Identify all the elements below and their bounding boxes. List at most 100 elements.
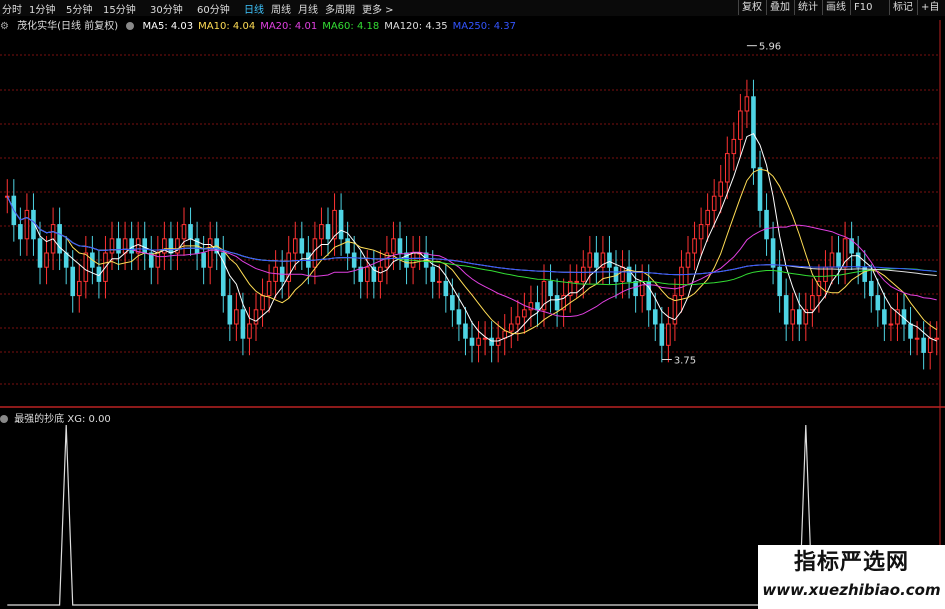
candle-body xyxy=(751,96,756,169)
tab-0[interactable]: 分时 xyxy=(2,1,22,16)
candle-body xyxy=(443,280,449,297)
candle-body xyxy=(908,323,913,339)
candle-body xyxy=(253,309,259,325)
ma-label-2: MA20: 4.01 xyxy=(260,21,318,32)
candle-body xyxy=(37,238,43,268)
candle-body xyxy=(587,252,593,268)
tab-10[interactable]: 更多 > xyxy=(362,1,394,16)
tab-1[interactable]: 1分钟 xyxy=(29,1,55,16)
candle-body xyxy=(705,209,710,226)
candle-body xyxy=(155,252,161,268)
candle-body xyxy=(855,252,861,268)
toolbar-button-2[interactable]: F10 xyxy=(850,0,875,15)
toolbar-button-0[interactable]: +自 xyxy=(917,0,942,15)
candle-body xyxy=(436,280,442,283)
candle-body xyxy=(522,309,527,318)
toolbar-button-1[interactable]: 标记 xyxy=(889,0,916,15)
tab-5[interactable]: 60分钟 xyxy=(197,1,230,16)
candle-body xyxy=(63,252,69,268)
candle-body xyxy=(142,238,148,254)
chart-canvas: 5.96 3.75 xyxy=(0,20,945,609)
ma-label-0: MA5: 4.03 xyxy=(142,21,194,32)
ma-label-4: MA120: 4.35 xyxy=(384,21,448,32)
candle-body xyxy=(378,266,383,282)
tab-4[interactable]: 30分钟 xyxy=(150,1,183,16)
candle-body xyxy=(810,295,815,311)
watermark-title: 指标严选网 xyxy=(793,550,909,575)
toolbar-button-3[interactable]: 画线 xyxy=(822,0,849,15)
candle-body xyxy=(227,295,233,325)
indicator-circle-icon[interactable] xyxy=(0,415,8,423)
candle-body xyxy=(934,337,940,340)
ma-label-1: MA10: 4.04 xyxy=(198,21,256,32)
tab-9[interactable]: 多周期 xyxy=(325,1,355,16)
candle-body xyxy=(469,337,475,346)
candle-body xyxy=(790,309,796,325)
candle-body xyxy=(508,323,514,332)
candle-body xyxy=(181,224,187,240)
candle-body xyxy=(836,252,841,268)
candle-body xyxy=(18,224,23,240)
candle-body xyxy=(659,323,665,346)
candle-body xyxy=(711,195,717,211)
candle-body xyxy=(109,238,115,254)
candle-body xyxy=(829,252,835,268)
candle-body xyxy=(456,309,462,325)
ma-label-5: MA250: 4.37 xyxy=(452,21,516,32)
tab-8[interactable]: 月线 xyxy=(298,1,318,16)
candle-body xyxy=(70,266,76,297)
tab-2[interactable]: 5分钟 xyxy=(66,1,92,16)
indicator-legend-bar: 最强的抄底 XG: 0.00 xyxy=(0,410,111,425)
candle-body xyxy=(724,153,730,183)
toolbar-button-5[interactable]: 叠加 xyxy=(766,0,793,15)
candle-body xyxy=(463,323,468,339)
candle-body xyxy=(698,224,704,240)
gear-icon[interactable]: ⚙ xyxy=(0,21,9,32)
candle-body xyxy=(24,209,30,240)
candle-body xyxy=(260,295,265,311)
indicator-name: 最强的抄底 xyxy=(14,414,65,425)
candle-body xyxy=(207,238,213,268)
candle-body xyxy=(83,252,89,282)
candle-body xyxy=(882,309,887,325)
ma-legend-bar: ⚙ 茂化实华(日线 前复权) MA5: 4.03 MA10: 4.04 MA20: … xyxy=(0,17,945,32)
tab-3[interactable]: 15分钟 xyxy=(103,1,136,16)
period-toolbar: 分时 1分钟 5分钟 15分钟 30分钟 60分钟 日线 周线 月线 多周期 更多 > +自 标记 F10… xyxy=(0,0,945,16)
tab-7[interactable]: 周线 xyxy=(271,1,291,16)
candle-body xyxy=(731,138,737,155)
toolbar-button-6[interactable]: 复权 xyxy=(738,0,765,15)
candle-body xyxy=(188,224,193,240)
candle-body xyxy=(168,238,174,254)
candle-body xyxy=(633,280,638,297)
candle-body xyxy=(783,295,789,325)
candle-body xyxy=(718,181,724,197)
candle-body xyxy=(240,309,246,339)
candle-body xyxy=(574,280,580,283)
candle-body xyxy=(345,238,350,254)
settings-circle-icon[interactable] xyxy=(126,22,135,30)
candle-body xyxy=(44,252,49,268)
candle-body xyxy=(495,337,501,346)
candle-body xyxy=(770,238,776,268)
candle-body xyxy=(476,337,481,346)
candle-body xyxy=(652,309,658,325)
candle-body xyxy=(430,266,436,282)
candle-body xyxy=(927,337,933,353)
candle-body xyxy=(351,252,357,268)
toolbar-button-4[interactable]: 统计 xyxy=(794,0,821,15)
candle-body xyxy=(620,266,625,282)
candle-body xyxy=(757,167,763,211)
candle-body xyxy=(548,280,553,297)
ma-line-ma250 xyxy=(6,195,937,276)
indicator-value: XG: 0.00 xyxy=(67,414,111,425)
candle-body xyxy=(580,266,586,282)
candle-body xyxy=(482,337,488,340)
candle-body xyxy=(266,280,272,297)
candle-body xyxy=(325,224,331,240)
candle-body xyxy=(489,337,494,346)
candle-body xyxy=(685,252,691,268)
candle-body xyxy=(273,266,278,282)
candle-body xyxy=(312,238,318,268)
candle-body xyxy=(319,224,324,240)
tab-6[interactable]: 日线 xyxy=(244,1,264,16)
